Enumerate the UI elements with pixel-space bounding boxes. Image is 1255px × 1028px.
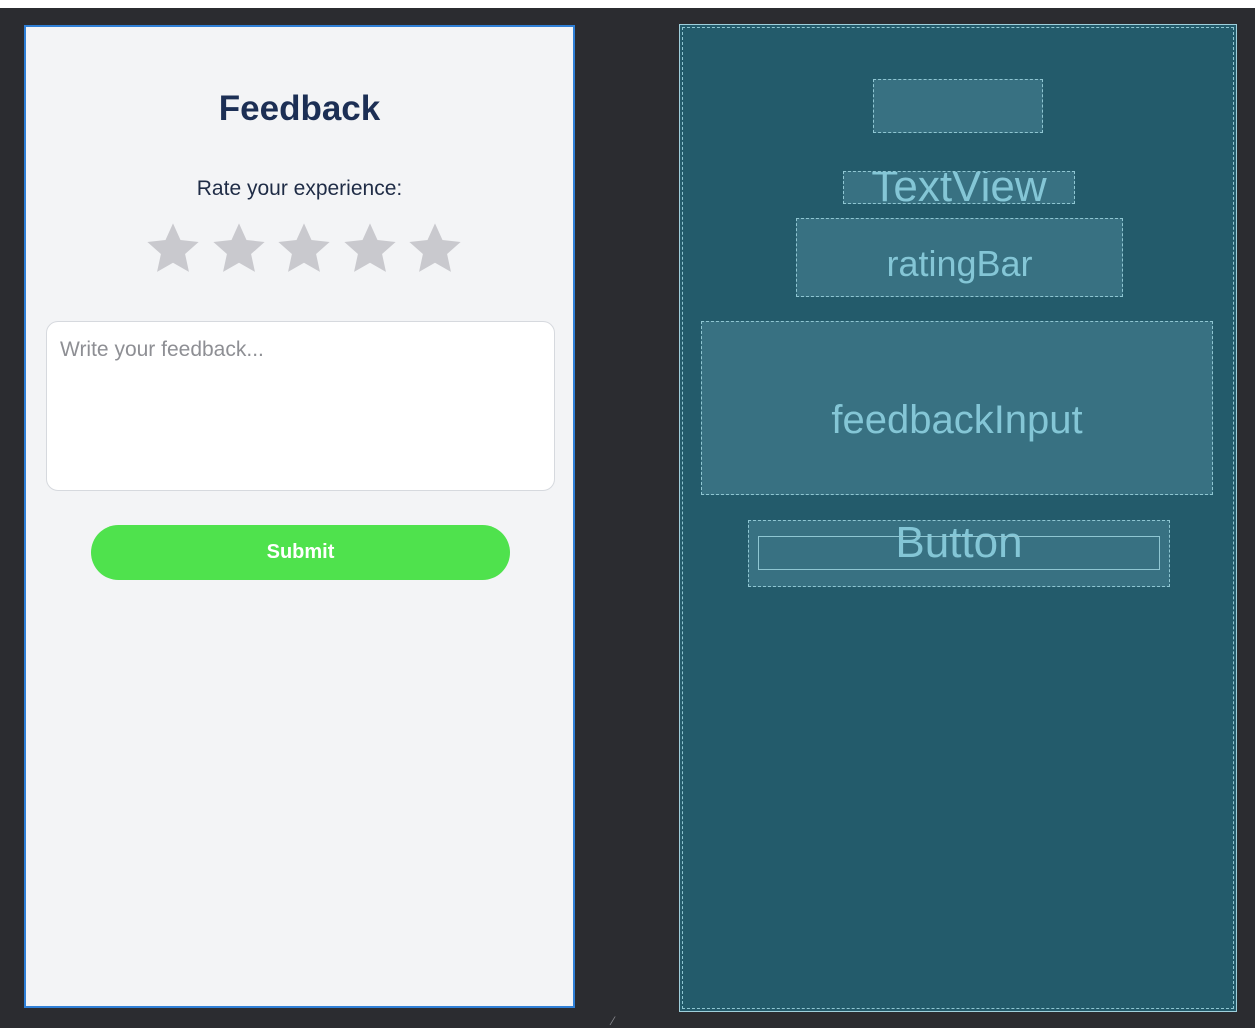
star-icon[interactable] — [144, 219, 202, 277]
star-icon[interactable] — [406, 219, 464, 277]
star-icon[interactable] — [210, 219, 268, 277]
blueprint-title-box[interactable] — [873, 79, 1043, 133]
design-preview[interactable]: Feedback Rate your experience: Submit — [24, 25, 575, 1008]
editor-top-strip — [0, 0, 1255, 8]
star-icon[interactable] — [341, 219, 399, 277]
page-title: Feedback — [218, 89, 381, 128]
feedback-input[interactable] — [46, 321, 555, 491]
blueprint-textview[interactable]: TextView — [843, 171, 1075, 204]
submit-button[interactable]: Submit — [91, 525, 510, 580]
blueprint-feedback-input[interactable]: feedbackInput — [701, 321, 1213, 495]
rating-bar[interactable] — [144, 217, 464, 279]
star-icon[interactable] — [275, 219, 333, 277]
resize-handle-icon[interactable]: ⁄ — [612, 1014, 624, 1028]
blueprint-button[interactable]: Button — [748, 520, 1170, 587]
blueprint-button-inner — [758, 536, 1160, 570]
blueprint-view[interactable]: TextView ratingBar feedbackInput Button — [679, 24, 1237, 1012]
rating-prompt: Rate your experience: — [196, 177, 403, 200]
blueprint-ratingbar[interactable]: ratingBar — [796, 218, 1123, 297]
